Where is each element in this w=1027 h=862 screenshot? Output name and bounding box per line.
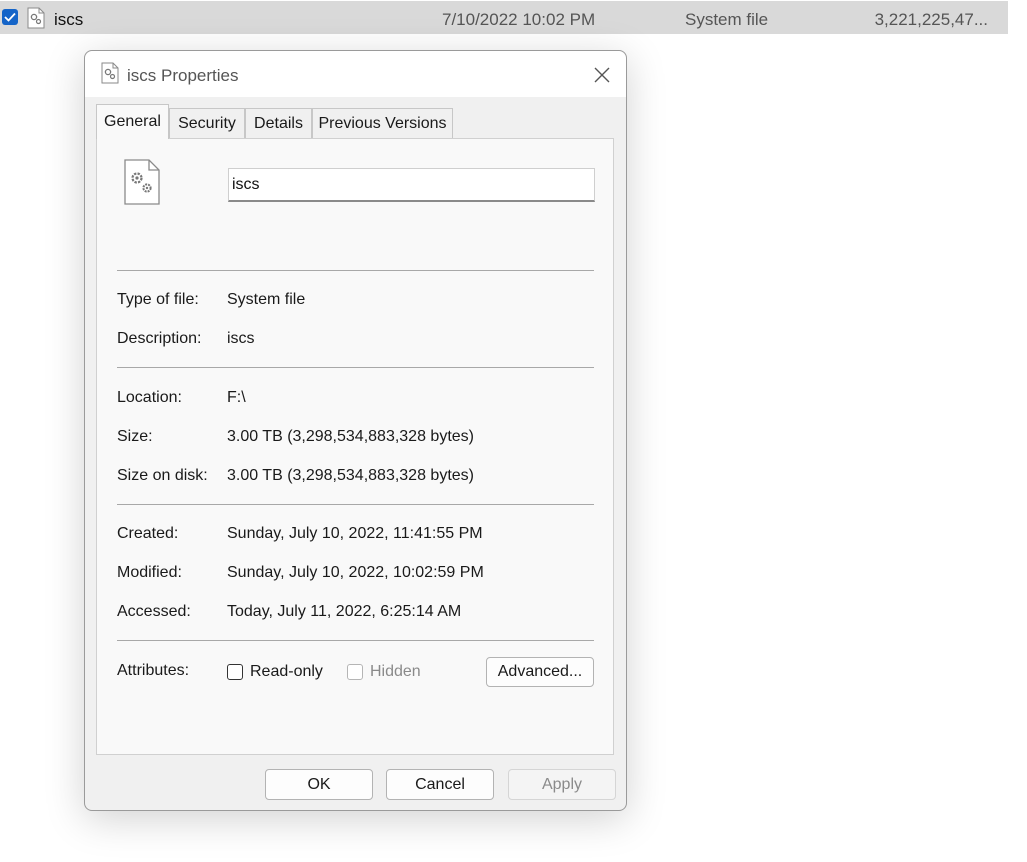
description-value: iscs bbox=[227, 330, 255, 347]
type-of-file-value: System file bbox=[227, 291, 306, 308]
tab-details[interactable]: Details bbox=[245, 108, 312, 138]
separator bbox=[117, 270, 594, 271]
separator bbox=[117, 640, 594, 641]
location-value: F:\ bbox=[227, 389, 246, 406]
created-label: Created: bbox=[117, 525, 179, 542]
hidden-checkbox[interactable]: Hidden bbox=[347, 661, 421, 683]
type-of-file-label: Type of file: bbox=[117, 291, 199, 308]
properties-dialog: iscs Properties General Security Details… bbox=[84, 50, 627, 811]
modified-label: Modified: bbox=[117, 564, 182, 581]
apply-button[interactable]: Apply bbox=[508, 769, 616, 800]
modified-value: Sunday, July 10, 2022, 10:02:59 PM bbox=[227, 564, 484, 581]
row-select-checkbox[interactable] bbox=[2, 9, 18, 25]
system-file-icon bbox=[101, 62, 119, 89]
row-file-type: System file bbox=[685, 10, 769, 29]
size-label: Size: bbox=[117, 428, 153, 445]
checkbox-box[interactable] bbox=[227, 664, 243, 680]
tab-previous-versions[interactable]: Previous Versions bbox=[312, 108, 453, 138]
separator bbox=[117, 504, 594, 505]
file-name-input[interactable] bbox=[228, 168, 595, 202]
read-only-checkbox[interactable]: Read-only bbox=[227, 661, 323, 683]
checkmark-icon bbox=[4, 12, 16, 22]
size-on-disk-value: 3.00 TB (3,298,534,883,328 bytes) bbox=[227, 467, 474, 484]
dialog-title: iscs Properties bbox=[127, 66, 239, 85]
size-value: 3.00 TB (3,298,534,883,328 bytes) bbox=[227, 428, 474, 445]
close-button[interactable] bbox=[590, 63, 614, 87]
general-tab-panel: Type of file: System file Description: i… bbox=[96, 138, 614, 755]
accessed-value: Today, July 11, 2022, 6:25:14 AM bbox=[227, 603, 462, 620]
system-file-icon bbox=[123, 158, 161, 211]
description-label: Description: bbox=[117, 330, 202, 347]
row-date-modified: 7/10/2022 10:02 PM bbox=[442, 10, 596, 29]
checkbox-box[interactable] bbox=[347, 664, 363, 680]
row-file-name: iscs bbox=[54, 10, 84, 29]
close-icon bbox=[594, 67, 610, 83]
attributes-label: Attributes: bbox=[117, 662, 190, 679]
created-value: Sunday, July 10, 2022, 11:41:55 PM bbox=[227, 525, 483, 542]
system-file-icon bbox=[27, 7, 45, 34]
tab-security[interactable]: Security bbox=[169, 108, 245, 138]
tab-general[interactable]: General bbox=[96, 104, 169, 139]
hidden-label: Hidden bbox=[370, 663, 421, 680]
size-on-disk-label: Size on disk: bbox=[117, 467, 208, 484]
accessed-label: Accessed: bbox=[117, 603, 191, 620]
separator bbox=[117, 367, 594, 368]
row-file-size: 3,221,225,47... bbox=[874, 10, 988, 29]
location-label: Location: bbox=[117, 389, 182, 406]
ok-button[interactable]: OK bbox=[265, 769, 373, 800]
cancel-button[interactable]: Cancel bbox=[386, 769, 494, 800]
read-only-label: Read-only bbox=[250, 663, 323, 680]
advanced-button[interactable]: Advanced... bbox=[486, 657, 594, 687]
dialog-titlebar[interactable]: iscs Properties bbox=[85, 51, 626, 97]
file-list-row[interactable]: iscs 7/10/2022 10:02 PM System file 3,22… bbox=[0, 1, 1008, 34]
